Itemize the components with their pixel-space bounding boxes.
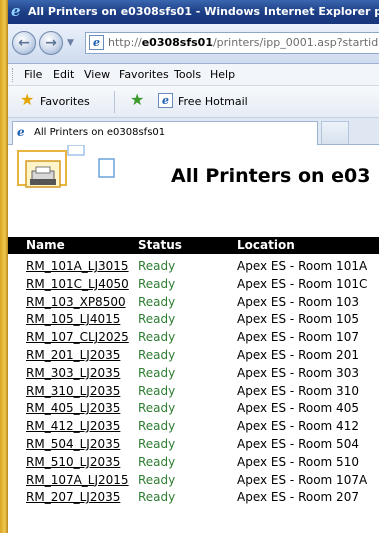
address-host: e0308sfs01	[141, 36, 213, 49]
navigation-bar: ← → ▼ e http://e0308sfs01/printers/ipp_0…	[8, 24, 379, 64]
column-header-status: Status	[138, 238, 182, 252]
printer-link[interactable]: RM_207_LJ2035	[26, 490, 120, 504]
printer-link[interactable]: RM_510_LJ2035	[26, 455, 120, 469]
printer-link[interactable]: RM_405_LJ2035	[26, 401, 120, 415]
printer-location: Apex ES - Room 510	[237, 454, 359, 469]
page-title: All Printers on e03	[171, 165, 371, 187]
printer-status: Ready	[138, 454, 176, 469]
ie-icon: e	[11, 2, 21, 20]
menu-tools[interactable]: Tools	[174, 68, 201, 81]
free-hotmail-link[interactable]: Free Hotmail	[178, 95, 248, 108]
printer-status: Ready	[138, 383, 176, 398]
table-row: RM_412_LJ2035 Ready Apex ES - Room 412	[8, 418, 379, 436]
window-frame	[0, 0, 8, 533]
tab-bar: e All Printers on e0308sfs01	[8, 118, 379, 145]
table-row: RM_310_LJ2035 Ready Apex ES - Room 310	[8, 383, 379, 401]
printer-status: Ready	[138, 436, 176, 451]
menu-help[interactable]: Help	[210, 68, 235, 81]
menu-file[interactable]: File	[24, 68, 42, 81]
printer-link[interactable]: RM_310_LJ2035	[26, 384, 120, 398]
menu-edit[interactable]: Edit	[53, 68, 74, 81]
printer-status: Ready	[138, 401, 176, 416]
favorites-bar: ★ Favorites ★ e Free Hotmail	[8, 86, 379, 118]
printer-status: Ready	[138, 365, 176, 380]
printer-location: Apex ES - Room 103	[237, 294, 359, 309]
address-bar[interactable]: e http://e0308sfs01/printers/ipp_0001.as…	[85, 32, 379, 54]
printer-status: Ready	[138, 259, 176, 273]
table-row: RM_107_CLJ2025 Ready Apex ES - Room 107	[8, 329, 379, 347]
printer-location: Apex ES - Room 105	[237, 312, 359, 327]
printer-location: Apex ES - Room 107	[237, 330, 359, 345]
printer-status: Ready	[138, 472, 176, 487]
new-tab-button[interactable]	[321, 121, 349, 144]
printer-link[interactable]: RM_103_XP8500	[26, 295, 126, 309]
printer-location: Apex ES - Room 201	[237, 347, 359, 362]
printer-location: Apex ES - Room 412	[237, 419, 359, 434]
menu-view[interactable]: View	[84, 68, 110, 81]
printer-table: RM_101A_LJ3015 Ready Apex ES - Room 101A R…	[8, 258, 379, 507]
menu-bar: File Edit View Favorites Tools Help	[8, 64, 379, 86]
printer-location: Apex ES - Room 101A	[237, 259, 368, 273]
printer-link[interactable]: RM_101A_LJ3015	[26, 259, 129, 273]
table-row: RM_101A_LJ3015 Ready Apex ES - Room 101A	[8, 258, 379, 276]
printer-link[interactable]: RM_101C_LJ4050	[26, 277, 129, 291]
printer-location: Apex ES - Room 310	[237, 383, 359, 398]
printer-folder-icon	[17, 145, 115, 188]
forward-arrow-icon: →	[45, 35, 57, 51]
printer-link[interactable]: RM_201_LJ2035	[26, 348, 120, 362]
table-row: RM_405_LJ2035 Ready Apex ES - Room 405	[8, 400, 379, 418]
toolbar-grip	[12, 68, 15, 82]
toolbar-separator	[114, 91, 115, 113]
tab-all-printers[interactable]: e All Printers on e0308sfs01	[12, 121, 318, 145]
printer-link[interactable]: RM_412_LJ2035	[26, 419, 120, 433]
favorites-button[interactable]: Favorites	[40, 95, 90, 108]
printer-status: Ready	[138, 294, 176, 309]
window-title: All Printers on e0308sfs01 - Windows Int…	[28, 5, 379, 18]
forward-button[interactable]: →	[39, 31, 63, 55]
printer-link[interactable]: RM_303_LJ2035	[26, 366, 120, 380]
menu-favorites[interactable]: Favorites	[119, 68, 169, 81]
table-header: Name Status Location	[8, 237, 379, 254]
printer-location: Apex ES - Room 303	[237, 365, 359, 380]
printer-location: Apex ES - Room 504	[237, 436, 359, 451]
address-prefix: http://	[108, 36, 142, 49]
column-header-location: Location	[237, 238, 295, 252]
table-row: RM_101C_LJ4050 Ready Apex ES - Room 101C	[8, 276, 379, 294]
table-row: RM_303_LJ2035 Ready Apex ES - Room 303	[8, 365, 379, 383]
printer-link[interactable]: RM_107_CLJ2025	[26, 330, 129, 344]
back-button[interactable]: ←	[12, 31, 36, 55]
table-row: RM_201_LJ2035 Ready Apex ES - Room 201	[8, 347, 379, 365]
printer-link[interactable]: RM_504_LJ2035	[26, 437, 120, 451]
printer-status: Ready	[138, 419, 176, 434]
table-row: RM_105_LJ4015 Ready Apex ES - Room 105	[8, 311, 379, 329]
printer-location: Apex ES - Room 207	[237, 490, 359, 505]
page-icon: e	[89, 35, 104, 50]
window-titlebar[interactable]: e All Printers on e0308sfs01 - Windows I…	[8, 0, 379, 24]
printer-location: Apex ES - Room 101C	[237, 276, 368, 291]
page-content: All Printers on e03 Name Status Location…	[8, 145, 379, 533]
table-row: RM_103_XP8500 Ready Apex ES - Room 103	[8, 294, 379, 312]
address-path: /printers/ipp_0001.asp?startid=18	[212, 36, 379, 49]
printer-link[interactable]: RM_105_LJ4015	[26, 312, 120, 326]
printer-location: Apex ES - Room 107A	[237, 472, 368, 487]
ie-tab-icon: e	[17, 125, 25, 139]
printer-status: Ready	[138, 330, 176, 345]
star-icon[interactable]: ★	[20, 92, 34, 108]
printer-status: Ready	[138, 312, 176, 327]
printer-status: Ready	[138, 490, 176, 505]
hotmail-page-icon: e	[158, 93, 173, 108]
table-row: RM_207_LJ2035 Ready Apex ES - Room 207	[8, 489, 379, 507]
printer-status: Ready	[138, 347, 176, 362]
column-header-name: Name	[26, 238, 65, 252]
tab-label: All Printers on e0308sfs01	[34, 127, 166, 138]
table-row: RM_107A_LJ2015 Ready Apex ES - Room 107A	[8, 472, 379, 490]
back-arrow-icon: ←	[18, 35, 30, 51]
printer-status: Ready	[138, 276, 176, 291]
table-row: RM_504_LJ2035 Ready Apex ES - Room 504	[8, 436, 379, 454]
table-row: RM_510_LJ2035 Ready Apex ES - Room 510	[8, 454, 379, 472]
add-favorite-icon[interactable]: ★	[130, 92, 144, 108]
printer-location: Apex ES - Room 405	[237, 401, 359, 416]
recent-pages-dropdown-icon[interactable]: ▼	[67, 38, 74, 48]
printer-link[interactable]: RM_107A_LJ2015	[26, 473, 129, 487]
